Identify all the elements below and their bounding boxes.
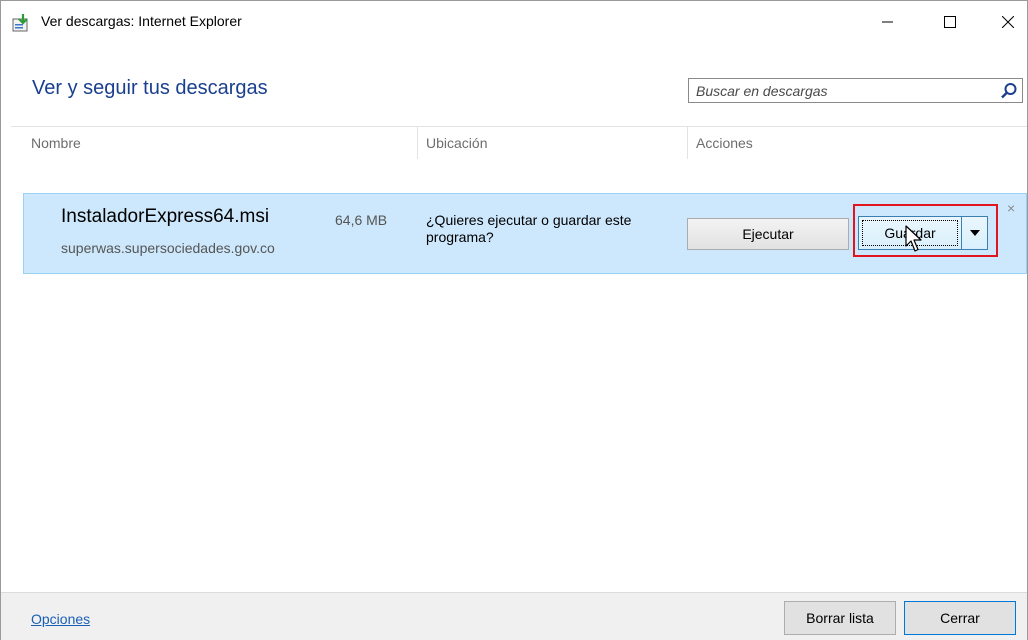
file-size: 64,6 MB — [335, 212, 388, 228]
window-title: Ver descargas: Internet Explorer — [41, 13, 242, 29]
maximize-icon — [944, 16, 956, 28]
download-prompt: ¿Quieres ejecutar o guardar este program… — [426, 212, 632, 245]
options-link[interactable]: Opciones — [31, 611, 90, 627]
footer-bar: Opciones Borrar lista Cerrar — [1, 592, 1027, 640]
run-button[interactable]: Ejecutar — [687, 218, 849, 250]
maximize-button[interactable] — [927, 1, 973, 43]
column-header-actions[interactable]: Acciones — [696, 135, 753, 151]
arrow-cursor-icon — [905, 225, 922, 252]
close-icon — [1002, 16, 1014, 28]
column-separator — [417, 127, 418, 159]
column-header-name[interactable]: Nombre — [31, 135, 81, 151]
column-header-location[interactable]: Ubicación — [426, 135, 487, 151]
dismiss-download-button[interactable]: × — [1007, 200, 1015, 216]
download-manager-icon — [12, 14, 28, 32]
highlight-box — [853, 204, 998, 257]
file-name: InstaladorExpress64.msi — [61, 206, 270, 227]
column-header-row: Nombre Ubicación Acciones — [1, 127, 1027, 159]
title-bar: Ver descargas: Internet Explorer — [1, 1, 1027, 43]
close-window-button[interactable] — [985, 1, 1028, 43]
search-icon[interactable] — [999, 81, 1019, 101]
column-separator — [687, 127, 688, 159]
file-source: superwas.supersociedades.gov.co — [61, 240, 275, 256]
minimize-button[interactable] — [865, 1, 911, 43]
minimize-icon — [882, 21, 893, 23]
clear-list-button[interactable]: Borrar lista — [784, 601, 896, 635]
page-title: Ver y seguir tus descargas — [32, 77, 268, 99]
close-button[interactable]: Cerrar — [904, 601, 1016, 635]
downloads-window: Ver descargas: Internet Explorer Ver y s… — [0, 0, 1028, 640]
search-box[interactable] — [688, 78, 1023, 103]
search-input[interactable] — [689, 79, 994, 102]
download-row[interactable]: InstaladorExpress64.msi 64,6 MB superwas… — [23, 193, 1027, 274]
